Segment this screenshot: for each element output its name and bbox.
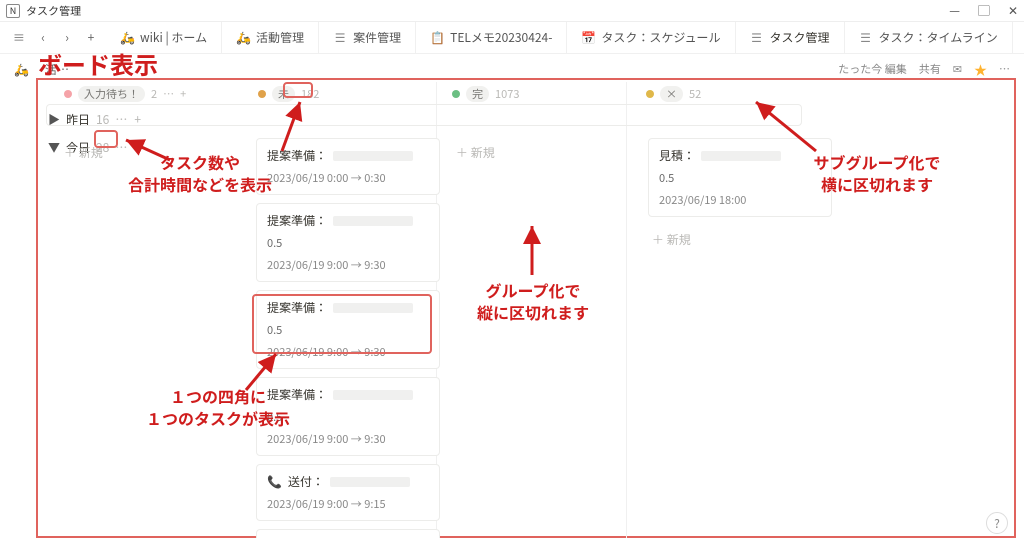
tab-icon: 📋 [430,29,444,46]
comments-icon[interactable]: ✉ [953,61,962,77]
tab[interactable]: ☰ タスク管理 [736,22,845,53]
nav-back[interactable]: ‹ [34,29,52,46]
card-date: 2023/06/19 9:00 → 9:30 [267,257,429,273]
column-header[interactable]: 完 1073 [452,86,519,102]
tab-icon: 🛵 [236,29,250,46]
nav-forward[interactable]: › [58,29,76,46]
tab-label: 案件管理 [353,29,401,46]
board-columns: ＋ 新規 提案準備： 2023/06/19 0:00 → 0:30提案準備： 0… [42,138,832,538]
tab-label: タスク：タイムライン [879,29,998,46]
annotation-card: １つの四角に１つのタスクが表示 [118,386,318,429]
window-titlebar: N タスク管理 — ▢ ✕ [0,0,1024,22]
annotation-highlight-count [283,82,313,98]
favorite-star-icon[interactable]: ★ [974,60,987,79]
task-card[interactable]: 📞送付： 2023/06/19 9:00 → 9:15 [256,464,440,521]
card-date: 2023/06/19 9:00 → 9:15 [267,496,429,512]
tab-icon: 📅 [581,29,595,46]
tab-icon: ☰ [859,29,873,46]
phone-icon: 📞 [267,473,282,490]
redacted-text [701,151,781,161]
annotation-title: ボード表示 [38,46,158,81]
card-title: 提案準備： [267,212,429,229]
board-column-1: ＋ 新規 [60,138,244,538]
annotation-counts: タスク数や合計時間などを表示 [100,152,300,195]
add-card[interactable]: ＋ 新規 [648,225,832,254]
more-icon[interactable]: ⋯ [163,86,174,102]
board-column-headers: 入力待ち！ 2 ⋯+ 未 182 完 1073 × 52 [42,82,1012,106]
window-title: タスク管理 [26,3,81,19]
window-controls: — ▢ ✕ [949,2,1018,19]
column-label: × [660,86,683,102]
task-card[interactable]: TEL： [256,529,440,538]
column-header[interactable]: 入力待ち！ 2 ⋯ + [64,86,186,102]
card-value: 0.5 [267,235,429,251]
redacted-text [333,151,413,161]
annotation-highlight-groupcount [94,130,118,148]
annotation-highlight-card [252,294,432,354]
group-row-outline [46,104,802,126]
tab-icon: ☰ [750,29,764,46]
menu-button[interactable]: ≡ [10,29,28,46]
tab[interactable]: ☰ 案件管理 [319,22,416,53]
more-icon[interactable]: ⋯ [115,111,128,128]
card-title: 📞送付： [267,473,429,490]
tab-label: タスク管理 [770,29,830,46]
add-card[interactable]: ＋ 新規 [452,138,636,167]
status-dot-icon [646,90,654,98]
status-dot-icon [452,90,460,98]
group-row[interactable]: ▶ 昨日 16 ⋯ + [48,106,141,132]
column-header[interactable]: × 52 [646,86,701,102]
redacted-text [333,390,413,400]
board-column-4: 見積： 0.5 2023/06/19 18:00＋ 新規 [648,138,832,538]
add-icon[interactable]: + [180,86,186,102]
page-actions: たった今 編集 共有 ✉ ★ ⋯ [838,60,1010,79]
tab-label: タスク：スケジュール [601,29,720,46]
tab-label: 活動管理 [256,29,304,46]
tab-label: wiki | ホーム [140,29,207,46]
column-label: 入力待ち！ [78,86,145,102]
tab[interactable]: 📋 TELメモ20230424- [416,22,567,53]
tab-icon: ☰ [333,29,347,46]
window-max[interactable]: ▢ [978,2,990,19]
window-min[interactable]: — [949,2,960,19]
share-button[interactable]: 共有 [919,61,941,77]
group-count: 16 [96,111,109,128]
add-icon[interactable]: + [134,111,141,128]
nav-newtab[interactable]: + [82,29,100,46]
more-icon[interactable]: ⋯ [999,61,1010,77]
redacted-text [333,216,413,226]
app-icon: N [6,4,20,18]
group-label: 昨日 [66,111,90,128]
tab-label: TELメモ20230424- [450,29,552,46]
window-close[interactable]: ✕ [1008,2,1018,19]
help-button[interactable]: ? [986,512,1008,534]
tab-strip: 🛵 wiki | ホーム 🛵 活動管理 ☰ 案件管理 📋 TELメモ20230424- 📅 タスク… [106,22,1014,53]
column-count: 52 [689,86,701,102]
column-count: 2 [151,86,157,102]
status-dot-icon [64,90,72,98]
column-count: 1073 [495,86,519,102]
breadcrumb-icon: 🛵 [14,61,29,78]
column-label: 完 [466,86,489,102]
card-date: 2023/06/19 9:00 → 9:30 [267,431,429,447]
annotation-subgroup: サブグループ化で横に区切れます [772,152,982,195]
status-dot-icon [258,90,266,98]
annotation-group: グループ化で縦に区切れます [448,280,618,323]
redacted-text [330,477,410,487]
last-edited: たった今 編集 [838,61,906,77]
task-card[interactable]: 提案準備： 0.5 2023/06/19 9:00 → 9:30 [256,203,440,282]
board-column-3: ＋ 新規 [452,138,636,538]
tab[interactable]: ☰ タスク：タイムライン [845,22,1013,53]
tab[interactable]: 🛵 活動管理 [222,22,319,53]
toggle-icon[interactable]: ▶ [48,111,60,128]
tab-icon: 🛵 [120,29,134,46]
tab[interactable]: 📅 タスク：スケジュール [567,22,735,53]
